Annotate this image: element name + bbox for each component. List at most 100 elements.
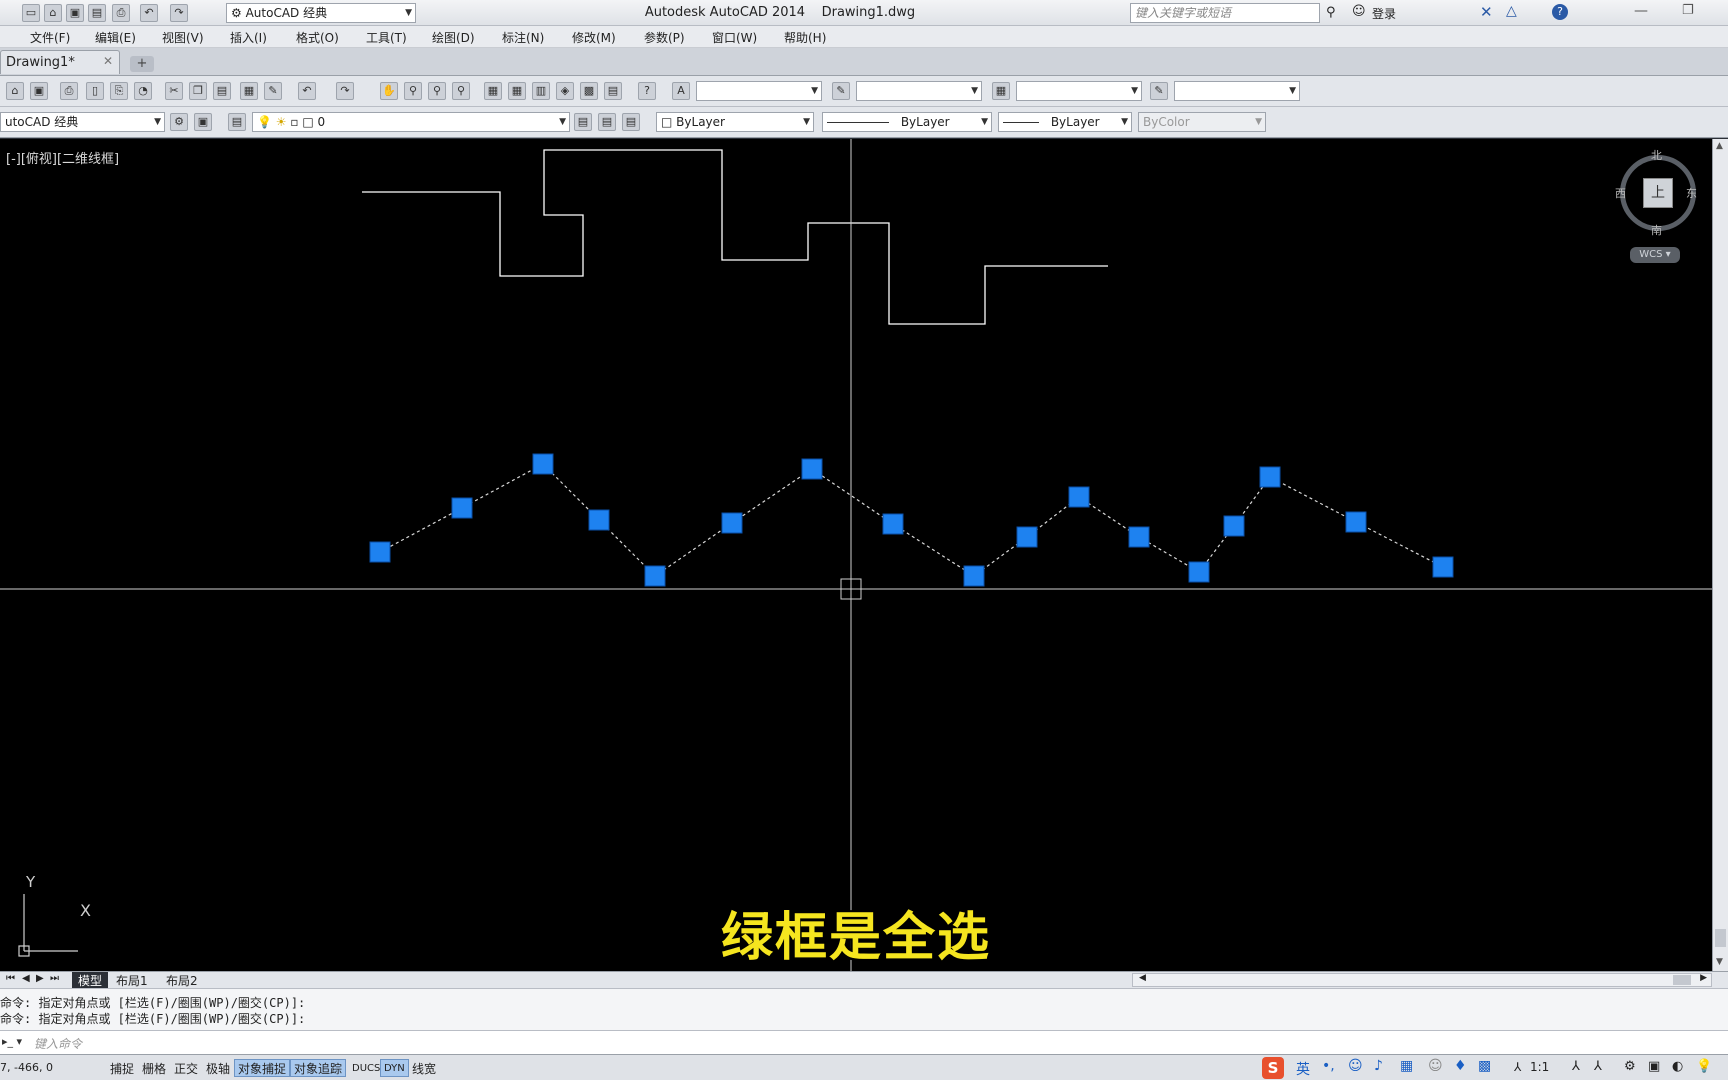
layer-combo[interactable]: 💡 ☀ ▫ □ 0 ▼ [252,112,570,132]
user-icon[interactable]: ☺ [1352,4,1366,19]
skin-icon[interactable]: ♦ [1454,1058,1467,1074]
grip-square[interactable] [1259,466,1281,488]
hardware-accel-icon[interactable]: ◐ [1672,1059,1683,1074]
sheet-set-icon[interactable]: ◈ [556,82,574,100]
grip-square[interactable] [1432,556,1454,578]
help-icon[interactable]: ? [638,82,656,100]
toolbox-icon[interactable]: ▩ [1478,1058,1491,1074]
wcs-menu-button[interactable]: WCS ▾ [1630,247,1680,263]
user-icon[interactable]: ☺ [1428,1058,1443,1074]
pan-icon[interactable]: ✋ [380,82,398,100]
scroll-right-icon[interactable]: ▶ [1700,973,1707,983]
grip-square[interactable] [1016,526,1038,548]
viewcube-east[interactable]: 东 [1686,185,1697,201]
punctuation-icon[interactable]: •, [1322,1058,1335,1074]
toggle-ortho[interactable]: 正交 [170,1059,202,1077]
toggle-otrack[interactable]: 对象追踪 [290,1059,347,1077]
stepped-polyline[interactable] [362,149,1108,325]
grip-square[interactable] [882,513,904,535]
toggle-lineweight[interactable]: 线宽 [408,1059,440,1077]
command-prompt-icon[interactable]: ▸_ ▾ [2,1035,22,1048]
horizontal-scrollbar[interactable]: ◀ ▶ [1132,973,1712,987]
3d-print-icon[interactable]: ◔ [134,82,152,100]
grip-square[interactable] [1223,515,1245,537]
table-style-icon[interactable]: ▦ [992,82,1010,100]
redo-icon[interactable]: ↷ [170,4,188,22]
calculator-icon[interactable]: ▤ [604,82,622,100]
table-style-combo[interactable]: ▼ [1016,81,1142,101]
color-combo[interactable]: □ ByLayer ▼ [656,112,814,132]
toggle-dyn[interactable]: DYN [380,1059,409,1077]
grip-square[interactable] [369,541,391,563]
grip-square[interactable] [963,565,985,587]
drawing-canvas[interactable]: [-][俯视][二维线框] 上 北 南 西 东 WCS ▾ Y X 绿框是全选 [0,139,1712,971]
grip-square[interactable] [1068,486,1090,508]
menu-draw[interactable]: 绘图(D) [432,29,475,46]
viewcube-south[interactable]: 南 [1651,222,1662,238]
properties-icon[interactable]: ▦ [484,82,502,100]
grip-square[interactable] [451,497,473,519]
layer-previous-icon[interactable]: ▤ [598,113,616,131]
redo-icon[interactable]: ↷ [336,82,354,100]
menu-modify[interactable]: 修改(M) [572,29,616,46]
ime-mode-label[interactable]: 英 [1296,1059,1310,1079]
tool-palettes-icon[interactable]: ▥ [532,82,550,100]
close-icon[interactable]: ✕ [103,54,113,68]
cut-icon[interactable]: ✂ [165,82,183,100]
open-file-icon[interactable]: ⌂ [44,4,62,22]
auto-scale-icon[interactable]: ⅄ [1594,1059,1602,1074]
viewcube-top-face[interactable]: 上 [1643,178,1673,208]
save-icon[interactable]: ▣ [30,82,48,100]
preview-icon[interactable]: ▯ [86,82,104,100]
toggle-snap[interactable]: 捕捉 [106,1059,138,1077]
help-icon[interactable]: ? [1552,4,1568,20]
tab-drawing1[interactable]: Drawing1* ✕ [0,50,120,74]
menu-edit[interactable]: 编辑(E) [95,29,136,46]
menu-tools[interactable]: 工具(T) [366,29,407,46]
grip-square[interactable] [1128,526,1150,548]
viewcube-north[interactable]: 北 [1651,147,1662,163]
command-input[interactable]: 键入命令 [34,1035,82,1052]
zoom-previous-icon[interactable]: ⚲ [452,82,470,100]
layout-nav-next-icon[interactable]: ▶ [36,973,44,984]
save-as-icon[interactable]: ▤ [88,4,106,22]
match-properties-icon[interactable]: ▦ [240,82,258,100]
tab-model[interactable]: 模型 [72,972,109,989]
coordinate-readout[interactable]: 7, -466, 0 [0,1061,53,1074]
layout-nav-first-icon[interactable]: ⏮ [6,973,15,984]
menu-help[interactable]: 帮助(H) [784,29,826,46]
plot-icon[interactable]: ⎙ [60,82,78,100]
layer-state-icon[interactable]: ▤ [622,113,640,131]
markup-icon[interactable]: ▩ [580,82,598,100]
annotation-scale-value[interactable]: 1:1 [1530,1060,1549,1074]
design-center-icon[interactable]: ▦ [508,82,526,100]
emoji-icon[interactable]: ☺ [1348,1058,1363,1074]
menu-format[interactable]: 格式(O) [296,29,339,46]
toggle-polar[interactable]: 极轴 [202,1059,234,1077]
paste-icon[interactable]: ▤ [213,82,231,100]
scroll-thumb-horizontal[interactable] [1673,975,1691,985]
grip-square[interactable] [532,453,554,475]
block-editor-icon[interactable]: ✎ [264,82,282,100]
undo-icon[interactable]: ↶ [298,82,316,100]
scroll-left-icon[interactable]: ◀ [1139,973,1146,983]
plotstyle-combo[interactable]: ByColor ▼ [1138,112,1266,132]
exchange-icon[interactable]: ✕ [1480,3,1493,21]
open-icon[interactable]: ⌂ [6,82,24,100]
workspace-switch-icon[interactable]: ⚙ [1624,1059,1636,1074]
save-icon[interactable]: ▣ [66,4,84,22]
new-tab-button[interactable]: + [130,56,154,72]
keyboard-icon[interactable]: ▦ [1400,1058,1413,1074]
workspace-customize-icon[interactable]: ▣ [194,113,212,131]
grip-square[interactable] [1188,561,1210,583]
layout-nav-last-icon[interactable]: ⏭ [50,973,59,984]
new-file-icon[interactable]: ▭ [22,4,40,22]
grip-square[interactable] [588,509,610,531]
menu-window[interactable]: 窗口(W) [712,29,757,46]
restore-icon[interactable]: ❐ [1682,3,1694,18]
toggle-osnap[interactable]: 对象捕捉 [234,1059,291,1077]
gear-icon[interactable]: ⚙ [170,113,188,131]
dim-style-combo[interactable]: ▼ [856,81,982,101]
scroll-up-icon[interactable]: ▲ [1716,141,1723,151]
annotation-scale-icon[interactable]: ⅄ [1514,1060,1521,1074]
